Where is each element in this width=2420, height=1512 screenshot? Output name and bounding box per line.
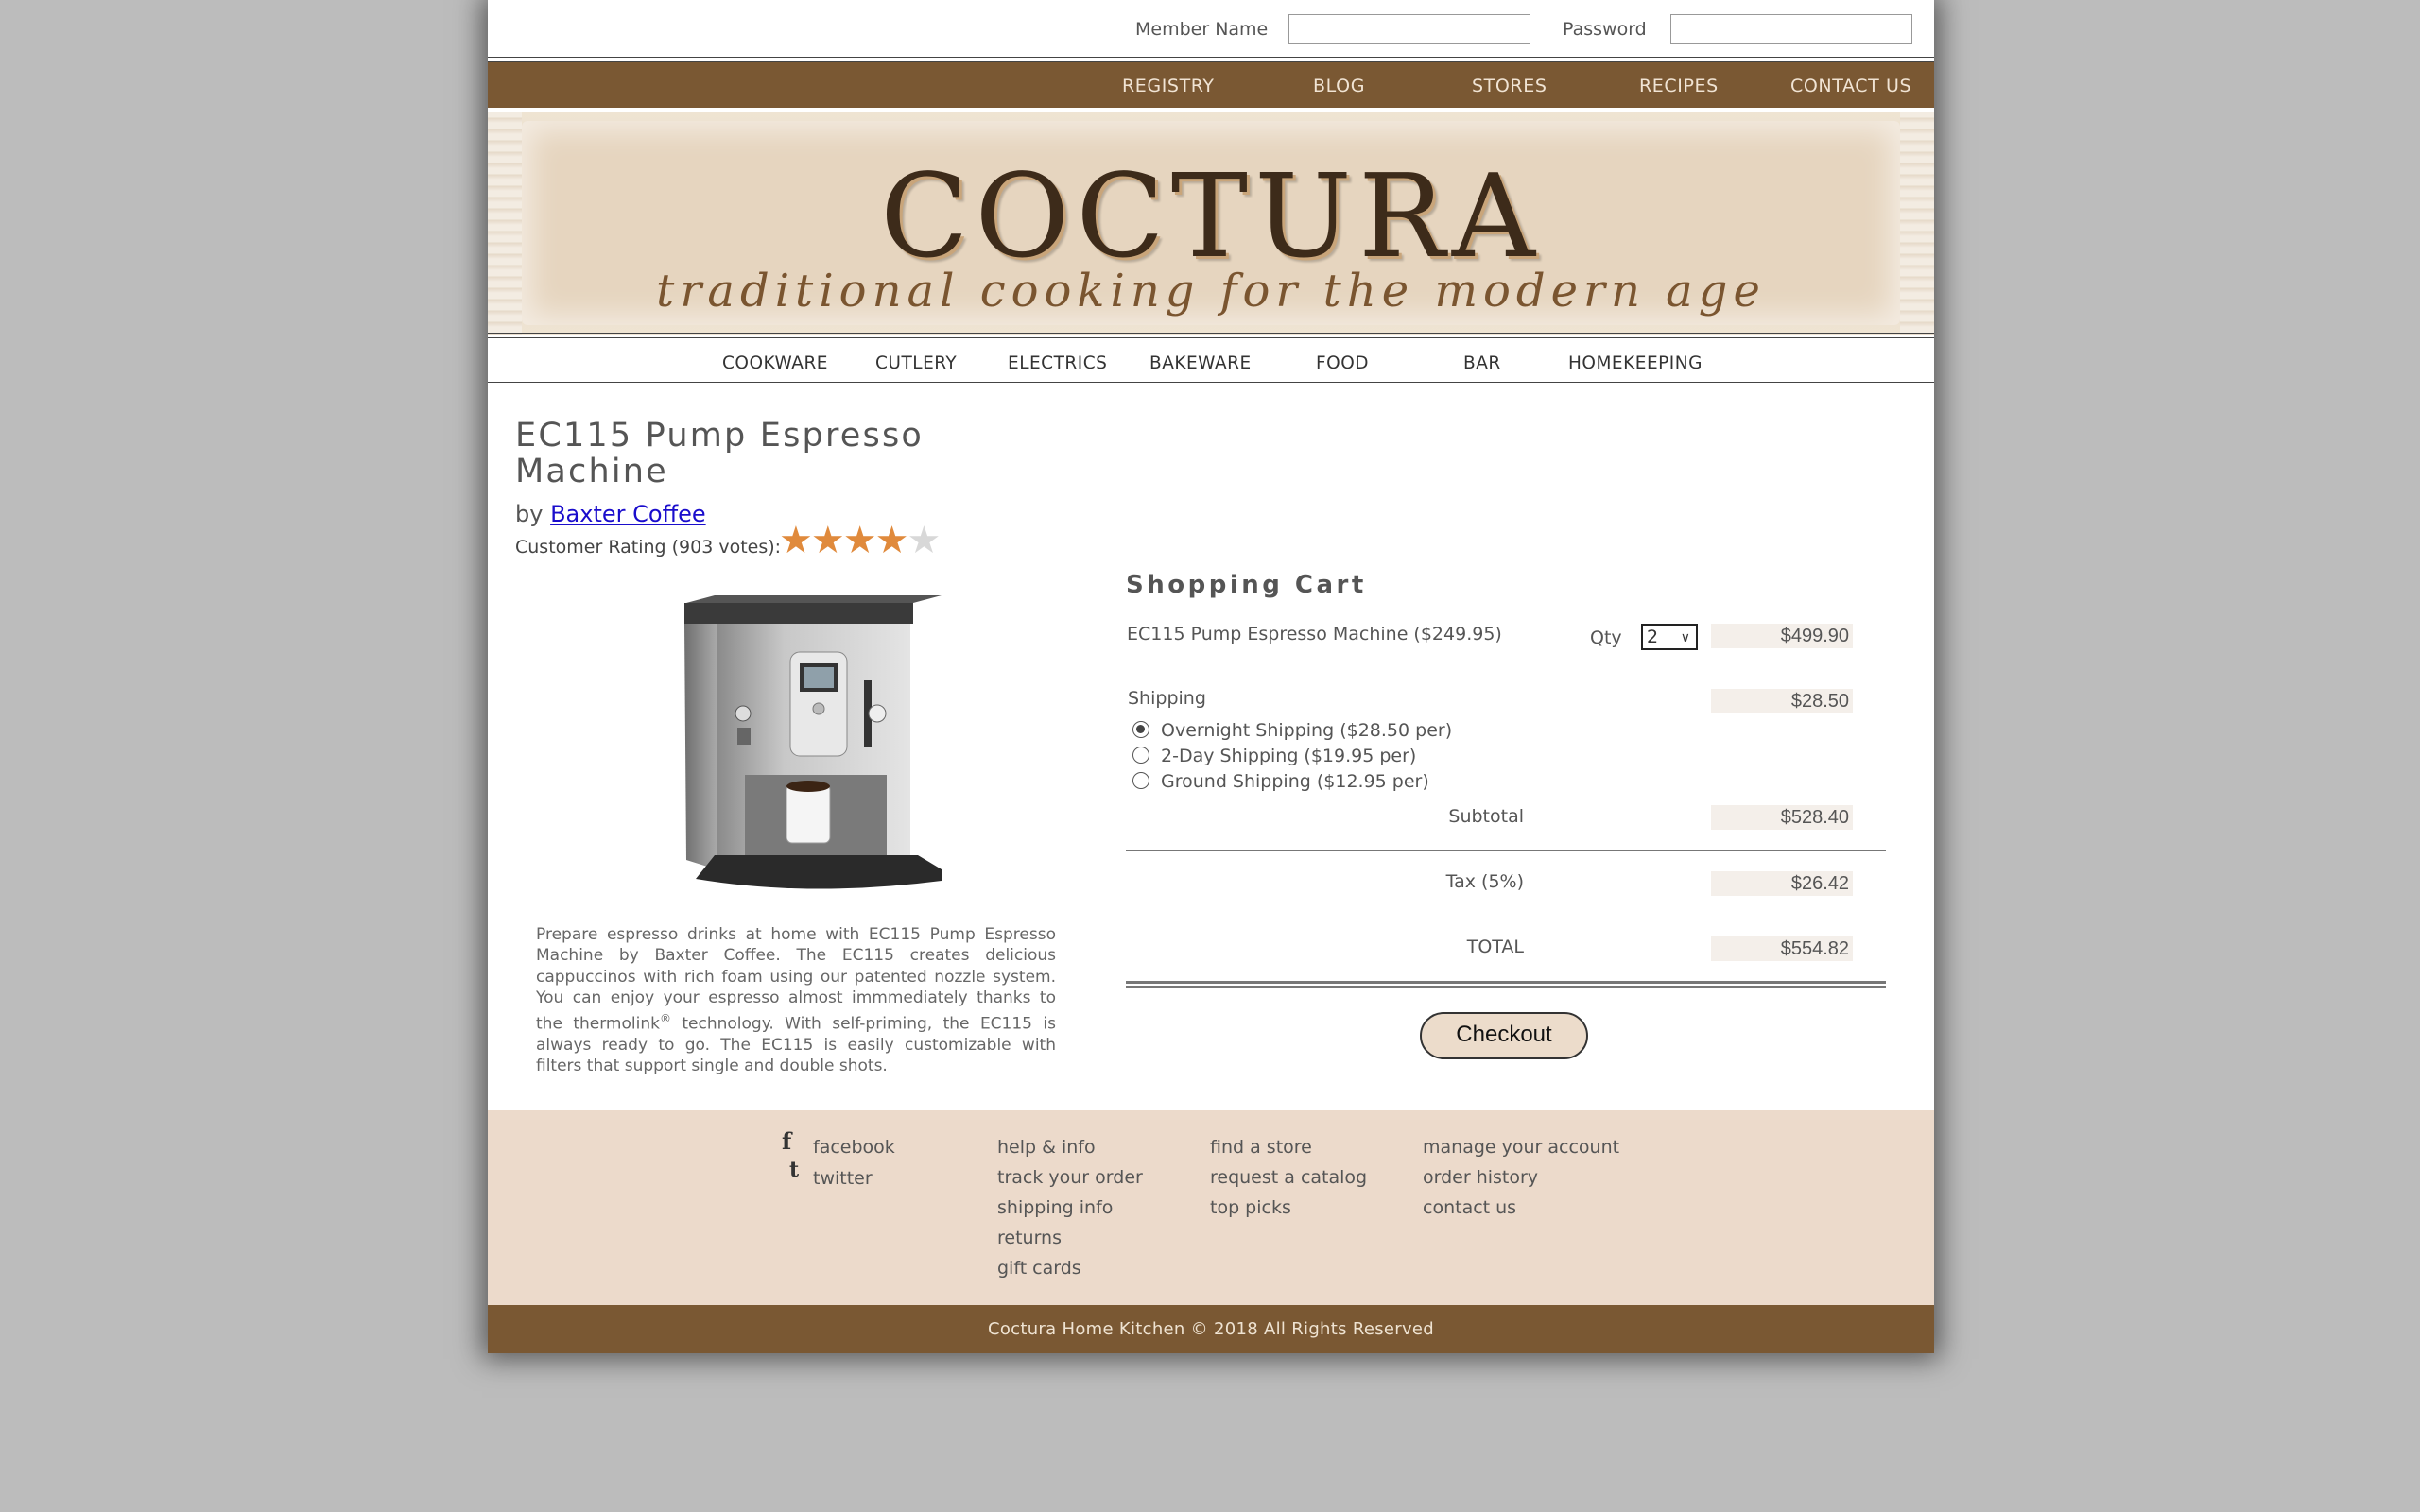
shipping-option-2-day[interactable]: 2-Day Shipping ($19.95 per) <box>1132 746 1416 766</box>
radio-icon[interactable] <box>1132 747 1150 764</box>
star-empty-icon: ★ <box>907 519 941 562</box>
footer-link-find-store[interactable]: find a store <box>1210 1137 1312 1158</box>
twitter-icon[interactable]: t <box>789 1158 799 1182</box>
footer-link-top-picks[interactable]: top picks <box>1210 1197 1291 1218</box>
qty-select[interactable]: 2 ∨ <box>1641 624 1698 650</box>
footer-link-facebook[interactable]: facebook <box>813 1137 895 1158</box>
footer-link-order-history[interactable]: order history <box>1423 1167 1538 1188</box>
by-prefix: by <box>515 501 544 527</box>
shipping-label: Shipping <box>1128 688 1206 709</box>
footer-link-track-order[interactable]: track your order <box>997 1167 1143 1188</box>
shipping-option-label: Ground Shipping ($12.95 per) <box>1161 771 1429 792</box>
cart-item-label: EC115 Pump Espresso Machine ($249.95) <box>1127 624 1502 644</box>
rating-label: Customer Rating (903 votes): <box>515 537 782 558</box>
category-food[interactable]: FOOD <box>1316 353 1369 373</box>
divider <box>488 382 1934 387</box>
logo-title[interactable]: COCTURA <box>488 159 1934 274</box>
registered-mark: ® <box>659 1012 671 1026</box>
product-image <box>658 586 942 898</box>
qty-value: 2 <box>1647 627 1659 647</box>
member-name-input[interactable] <box>1288 14 1530 44</box>
star-filled-icon: ★ <box>779 519 813 562</box>
password-input[interactable] <box>1670 14 1912 44</box>
shipping-option-overnight[interactable]: Overnight Shipping ($28.50 per) <box>1132 720 1452 741</box>
qty-label: Qty <box>1590 627 1622 648</box>
category-cutlery[interactable]: CUTLERY <box>875 353 957 373</box>
category-nav: COOKWARE CUTLERY ELECTRICS BAKEWARE FOOD… <box>488 342 1934 386</box>
star-filled-icon: ★ <box>842 519 877 562</box>
shipping-option-label: 2-Day Shipping ($19.95 per) <box>1161 746 1417 766</box>
password-label: Password <box>1563 19 1647 40</box>
cart-divider-double <box>1126 981 1886 988</box>
footer-link-gift-cards[interactable]: gift cards <box>997 1258 1081 1279</box>
footer-link-returns[interactable]: returns <box>997 1228 1062 1248</box>
tax-label: Tax (5%) <box>1445 871 1524 892</box>
divider <box>488 333 1934 338</box>
brand-link[interactable]: Baxter Coffee <box>550 501 706 527</box>
category-homekeeping[interactable]: HOMEKEEPING <box>1568 353 1703 373</box>
top-nav-registry[interactable]: REGISTRY <box>1122 76 1215 96</box>
shipping-option-label: Overnight Shipping ($28.50 per) <box>1161 720 1453 741</box>
shipping-amount: $28.50 <box>1711 689 1853 713</box>
shipping-option-ground[interactable]: Ground Shipping ($12.95 per) <box>1132 771 1429 792</box>
footer-link-request-catalog[interactable]: request a catalog <box>1210 1167 1367 1188</box>
total-amount: $554.82 <box>1711 936 1853 961</box>
subtotal-label: Subtotal <box>1448 806 1524 827</box>
product-description: Prepare espresso drinks at home with EC1… <box>536 924 1056 1077</box>
footer-link-contact-us[interactable]: contact us <box>1423 1197 1516 1218</box>
footer-link-twitter[interactable]: twitter <box>813 1168 873 1189</box>
category-electrics[interactable]: ELECTRICS <box>1008 353 1107 373</box>
top-nav: REGISTRY BLOG STORES RECIPES CONTACT US <box>488 62 1934 108</box>
product-brand-line: by Baxter Coffee <box>515 501 706 527</box>
chevron-down-icon: ∨ <box>1680 630 1690 645</box>
subtotal-amount: $528.40 <box>1711 805 1853 830</box>
category-bakeware[interactable]: BAKEWARE <box>1150 353 1252 373</box>
radio-icon[interactable] <box>1132 772 1150 789</box>
product-title: EC115 Pump Espresso Machine <box>515 417 924 490</box>
tax-amount: $26.42 <box>1711 871 1853 896</box>
facebook-icon[interactable]: f <box>782 1127 791 1155</box>
logo-tagline: traditional cooking for the modern age <box>656 265 1766 318</box>
item-total: $499.90 <box>1711 624 1853 648</box>
top-nav-contact-us[interactable]: CONTACT US <box>1790 76 1911 96</box>
member-name-label: Member Name <box>1135 19 1269 40</box>
footer-link-help-info[interactable]: help & info <box>997 1137 1096 1158</box>
radio-selected-icon[interactable] <box>1132 721 1150 738</box>
category-bar[interactable]: BAR <box>1463 353 1501 373</box>
copyright-bar: Coctura Home Kitchen © 2018 All Rights R… <box>488 1305 1934 1353</box>
category-cookware[interactable]: COOKWARE <box>722 353 828 373</box>
footer: f facebook t twitter help & info track y… <box>488 1110 1934 1305</box>
rating-stars: ★★★★★ <box>779 519 941 562</box>
cart-divider <box>1126 850 1886 851</box>
page: Member Name Password REGISTRY BLOG STORE… <box>488 0 1934 1353</box>
footer-link-shipping-info[interactable]: shipping info <box>997 1197 1113 1218</box>
checkout-button[interactable]: Checkout <box>1420 1012 1588 1059</box>
star-filled-icon: ★ <box>810 519 845 562</box>
copyright-text: Coctura Home Kitchen © 2018 All Rights R… <box>987 1319 1434 1339</box>
footer-link-manage-account[interactable]: manage your account <box>1423 1137 1619 1158</box>
top-nav-recipes[interactable]: RECIPES <box>1639 76 1719 96</box>
total-label: TOTAL <box>1466 936 1524 957</box>
star-filled-icon: ★ <box>874 519 909 562</box>
cart-title: Shopping Cart <box>1126 571 1367 599</box>
top-nav-blog[interactable]: BLOG <box>1313 76 1365 96</box>
top-nav-stores[interactable]: STORES <box>1472 76 1547 96</box>
login-bar: Member Name Password <box>488 0 1934 59</box>
